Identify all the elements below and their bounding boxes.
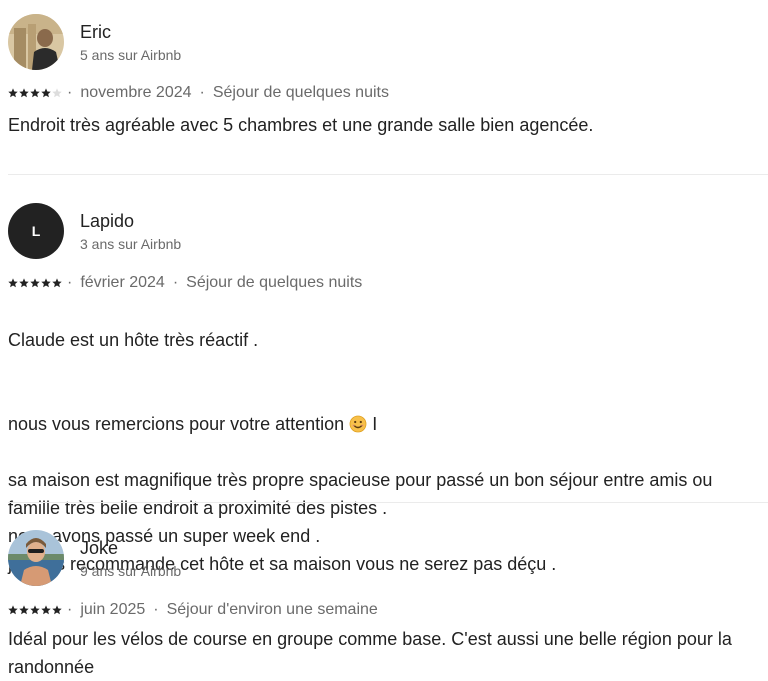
star-icon <box>41 278 51 288</box>
review-text: Endroit très agréable avec 5 chambres et… <box>8 115 594 135</box>
review-date: février 2024 <box>80 274 165 291</box>
meta-separator: · <box>199 84 205 101</box>
review-meta: · novembre 2024 · Séjour de quelques nui… <box>8 83 768 103</box>
star-icon <box>52 605 62 615</box>
reviewer-tenure: 3 ans sur Airbnb <box>80 235 182 252</box>
review-author: Eric 5 ans sur Airbnb <box>8 14 768 70</box>
star-icon <box>19 88 29 98</box>
review-text-segment: I <box>367 414 378 434</box>
star-icon <box>41 88 51 98</box>
meta-separator: · <box>67 274 73 291</box>
divider <box>8 502 768 503</box>
meta-separator: · <box>172 274 179 291</box>
stay-length: Séjour de quelques nuits <box>186 274 363 291</box>
avatar-photo <box>8 14 64 70</box>
review-author: Joke 9 ans sur Airbnb <box>8 530 768 586</box>
reviewer-tenure: 9 ans sur Airbnb <box>80 562 182 579</box>
review-meta: · février 2024 · Séjour de quelques nuit… <box>8 273 768 293</box>
avatar-initial: L <box>31 223 41 239</box>
review-text-line: nous vous remercions pour votre attentio… <box>8 382 768 438</box>
review-card: Joke 9 ans sur Airbnb · juin 2025 · Séjo… <box>8 530 768 681</box>
star-icon <box>19 605 29 615</box>
divider <box>8 174 768 175</box>
review-text-segment: nous vous remercions pour votre attentio… <box>8 414 350 434</box>
rating-stars <box>8 605 63 615</box>
review-author: L Lapido 3 ans sur Airbnb <box>8 203 768 259</box>
reviewer-name: Joke <box>80 537 119 558</box>
star-icon <box>30 88 40 98</box>
star-icon <box>52 278 62 288</box>
meta-separator: · <box>67 84 73 101</box>
rating-stars <box>8 88 63 98</box>
star-icon <box>8 605 18 615</box>
review-card: Eric 5 ans sur Airbnb · novembre 2024 · … <box>8 14 768 139</box>
avatar[interactable] <box>8 14 64 70</box>
meta-separator: · <box>153 601 159 618</box>
star-icon <box>8 278 18 288</box>
reviewer-name: Lapido <box>80 210 135 231</box>
review-meta: · juin 2025 · Séjour d'environ une semai… <box>8 600 768 620</box>
stay-length: Séjour de quelques nuits <box>212 84 389 101</box>
star-icon <box>8 88 18 98</box>
reviewer-name: Eric <box>80 21 111 42</box>
review-text-line: Claude est un hôte très réactif . <box>8 330 259 350</box>
star-icon <box>30 278 40 288</box>
star-icon <box>19 278 29 288</box>
review-text: Idéal pour les vélos de course en groupe… <box>8 629 732 677</box>
reviewer-tenure: 5 ans sur Airbnb <box>80 46 182 63</box>
rating-stars <box>8 278 63 288</box>
smiling-face-emoji-icon <box>349 413 367 433</box>
stay-length: Séjour d'environ une semaine <box>166 601 378 618</box>
avatar[interactable]: L <box>8 203 64 259</box>
avatar-photo <box>8 530 64 586</box>
star-icon <box>30 605 40 615</box>
avatar[interactable] <box>8 530 64 586</box>
meta-separator: · <box>67 601 73 618</box>
star-icon <box>52 88 62 98</box>
review-date: juin 2025 <box>80 601 146 618</box>
star-icon <box>41 605 51 615</box>
review-date: novembre 2024 <box>80 84 192 101</box>
